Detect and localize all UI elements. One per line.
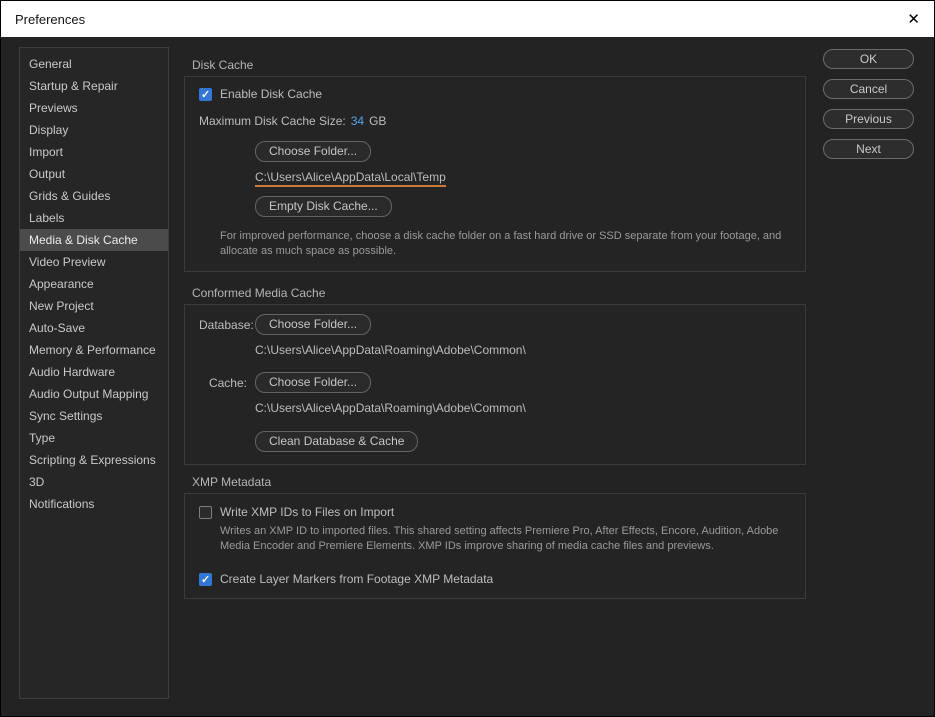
titlebar: Preferences ✕ — [1, 1, 934, 37]
ok-button[interactable]: OK — [823, 49, 914, 69]
preferences-content: Disk Cache Enable Disk Cache Maximum Dis… — [184, 47, 806, 599]
xmp-metadata-section: XMP Metadata Write XMP IDs to Files on I… — [184, 476, 806, 599]
max-disk-cache-unit: GB — [369, 114, 387, 128]
database-path: C:\Users\Alice\AppData\Roaming\Adobe\Com… — [255, 343, 526, 357]
dialog-action-buttons: OK Cancel Previous Next — [823, 49, 914, 159]
sidebar-item-memory-performance[interactable]: Memory & Performance — [20, 339, 168, 361]
database-label: Database: — [199, 317, 254, 332]
xmp-metadata-groupbox: Write XMP IDs to Files on Import Writes … — [184, 493, 806, 599]
preferences-dialog: Preferences ✕ General Startup & Repair P… — [0, 0, 935, 717]
create-layer-markers-checkbox[interactable] — [199, 572, 212, 586]
sidebar-item-3d[interactable]: 3D — [20, 471, 168, 493]
sidebar-item-audio-hardware[interactable]: Audio Hardware — [20, 361, 168, 383]
sidebar-item-sync-settings[interactable]: Sync Settings — [20, 405, 168, 427]
enable-disk-cache-label: Enable Disk Cache — [220, 87, 323, 101]
close-icon[interactable]: ✕ — [907, 12, 920, 27]
sidebar-item-startup-repair[interactable]: Startup & Repair — [20, 75, 168, 97]
sidebar-item-previews[interactable]: Previews — [20, 97, 168, 119]
previous-button[interactable]: Previous — [823, 109, 914, 129]
sidebar-item-type[interactable]: Type — [20, 427, 168, 449]
sidebar-item-video-preview[interactable]: Video Preview — [20, 251, 168, 273]
cache-choose-folder-button[interactable]: Choose Folder... — [255, 372, 372, 393]
next-button[interactable]: Next — [823, 139, 914, 159]
sidebar-item-grids-guides[interactable]: Grids & Guides — [20, 185, 168, 207]
disk-cache-section-title: Disk Cache — [192, 58, 254, 72]
sidebar-item-import[interactable]: Import — [20, 141, 168, 163]
clean-database-cache-button[interactable]: Clean Database & Cache — [255, 431, 419, 452]
sidebar-item-audio-output-mapping[interactable]: Audio Output Mapping — [20, 383, 168, 405]
create-layer-markers-label: Create Layer Markers from Footage XMP Me… — [220, 572, 494, 586]
database-choose-folder-button[interactable]: Choose Folder... — [255, 314, 372, 335]
sidebar-item-auto-save[interactable]: Auto-Save — [20, 317, 168, 339]
disk-cache-folder-path: C:\Users\Alice\AppData\Local\Temp — [255, 170, 446, 187]
conformed-media-cache-groupbox: Database: Choose Folder... C:\Users\Alic… — [184, 304, 806, 465]
dialog-title: Preferences — [15, 11, 86, 27]
max-disk-cache-label: Maximum Disk Cache Size: — [199, 114, 346, 128]
sidebar-item-new-project[interactable]: New Project — [20, 295, 168, 317]
sidebar-item-media-disk-cache[interactable]: Media & Disk Cache — [20, 229, 168, 251]
xmp-help-text: Writes an XMP ID to imported files. This… — [220, 525, 779, 552]
sidebar-item-labels[interactable]: Labels — [20, 207, 168, 229]
disk-cache-choose-folder-button[interactable]: Choose Folder... — [255, 141, 372, 162]
enable-disk-cache-row: Enable Disk Cache — [199, 87, 805, 101]
sidebar-item-output[interactable]: Output — [20, 163, 168, 185]
sidebar-item-notifications[interactable]: Notifications — [20, 493, 168, 515]
max-disk-cache-row: Maximum Disk Cache Size: 34 GB — [199, 114, 805, 128]
write-xmp-checkbox[interactable] — [199, 505, 212, 519]
cache-path: C:\Users\Alice\AppData\Roaming\Adobe\Com… — [255, 401, 526, 415]
cache-label: Cache: — [208, 375, 247, 390]
cancel-button[interactable]: Cancel — [823, 79, 914, 99]
preferences-sidebar: General Startup & Repair Previews Displa… — [19, 47, 169, 699]
disk-cache-section: Disk Cache Enable Disk Cache Maximum Dis… — [184, 59, 806, 272]
sidebar-item-appearance[interactable]: Appearance — [20, 273, 168, 295]
conformed-media-cache-section: Conformed Media Cache Database: Choose F… — [184, 287, 806, 465]
enable-disk-cache-checkbox[interactable] — [199, 87, 212, 101]
sidebar-item-scripting-expressions[interactable]: Scripting & Expressions — [20, 449, 168, 471]
conformed-media-cache-section-title: Conformed Media Cache — [192, 286, 326, 300]
write-xmp-row: Write XMP IDs to Files on Import — [199, 505, 805, 519]
xmp-metadata-section-title: XMP Metadata — [192, 475, 272, 489]
empty-disk-cache-button[interactable]: Empty Disk Cache... — [255, 196, 392, 217]
sidebar-item-general[interactable]: General — [20, 53, 168, 75]
max-disk-cache-value[interactable]: 34 — [351, 114, 364, 128]
create-layer-markers-row: Create Layer Markers from Footage XMP Me… — [199, 572, 805, 586]
disk-cache-groupbox: Enable Disk Cache Maximum Disk Cache Siz… — [184, 76, 806, 272]
sidebar-item-display[interactable]: Display — [20, 119, 168, 141]
disk-cache-help-text: For improved performance, choose a disk … — [220, 230, 782, 257]
write-xmp-label: Write XMP IDs to Files on Import — [220, 505, 395, 519]
